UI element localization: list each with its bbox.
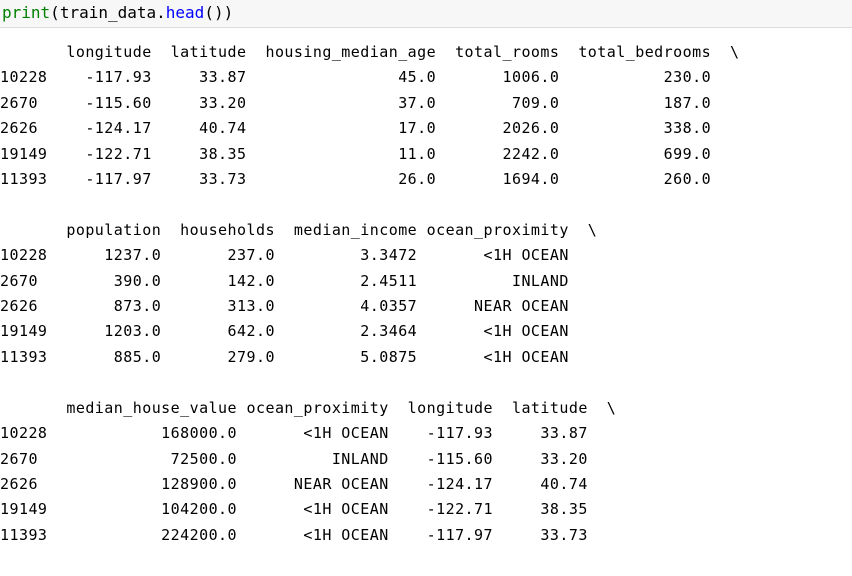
table-row: 19149 104200.0 <1H OCEAN -122.71 38.35 <box>0 500 617 519</box>
table-row: 2670 -115.60 33.20 37.0 709.0 187.0 <box>0 93 740 112</box>
print-keyword: print <box>2 3 51 22</box>
dataframe-output: longitude latitude housing_median_age to… <box>0 40 852 548</box>
table-row: 2670 72500.0 INLAND -115.60 33.20 <box>0 449 617 468</box>
table-row: 19149 -122.71 38.35 11.0 2242.0 699.0 <box>0 144 740 163</box>
table-header: population households median_income ocea… <box>0 220 598 239</box>
table-header: median_house_value ocean_proximity longi… <box>0 398 617 417</box>
table-row: 11393 885.0 279.0 5.0875 <1H OCEAN <box>0 347 598 366</box>
table-row: 10228 1237.0 237.0 3.3472 <1H OCEAN <box>0 246 598 265</box>
dot-operator: . <box>156 3 166 22</box>
variable-train-data: train_data <box>59 3 157 22</box>
table-row: 2626 -124.17 40.74 17.0 2026.0 338.0 <box>0 119 740 138</box>
code-line[interactable]: print(train_data.head()) <box>2 3 233 23</box>
table-row: 10228 -117.93 33.87 45.0 1006.0 230.0 <box>0 68 740 87</box>
table-row: 11393 -117.97 33.73 26.0 1694.0 260.0 <box>0 170 740 189</box>
close-parens: ()) <box>204 3 234 22</box>
table-row: 19149 1203.0 642.0 2.3464 <1H OCEAN <box>0 322 598 341</box>
table-row: 11393 224200.0 <1H OCEAN -117.97 33.73 <box>0 525 617 544</box>
method-head: head <box>165 3 205 22</box>
table-header: longitude latitude housing_median_age to… <box>0 43 740 61</box>
table-row: 2626 873.0 313.0 4.0357 NEAR OCEAN <box>0 297 598 316</box>
cell-output: longitude latitude housing_median_age to… <box>0 40 852 560</box>
code-input-cell[interactable]: print(train_data.head()) <box>0 0 852 28</box>
table-row: 2626 128900.0 NEAR OCEAN -124.17 40.74 <box>0 474 617 493</box>
table-row: 10228 168000.0 <1H OCEAN -117.93 33.87 <box>0 424 617 443</box>
open-paren: ( <box>50 3 60 22</box>
table-row: 2670 390.0 142.0 2.4511 INLAND <box>0 271 598 290</box>
